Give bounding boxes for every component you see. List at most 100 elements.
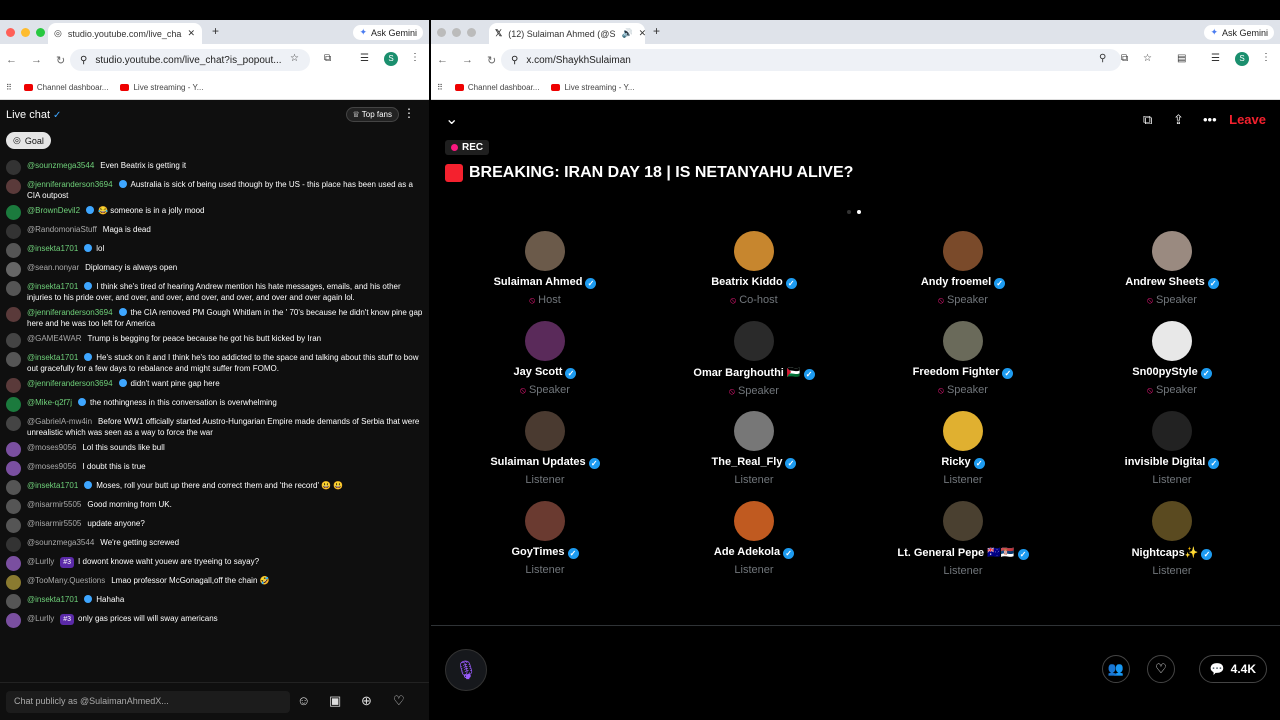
avatar[interactable] — [6, 281, 21, 296]
url-field[interactable]: ⚲ studio.youtube.com/live_chat?is_popout.… — [70, 49, 310, 71]
avatar[interactable] — [6, 243, 21, 258]
back-icon[interactable]: ← — [437, 54, 448, 67]
message-author[interactable]: @jenniferanderson3694 — [27, 379, 113, 388]
participant-avatar[interactable] — [525, 231, 565, 271]
participant[interactable]: invisible Digital ✓ Listener — [1072, 411, 1272, 486]
message-author[interactable]: @sounzmega3544 — [27, 538, 94, 547]
reload-icon[interactable]: ↻ — [56, 54, 65, 67]
replies-button[interactable]: 💬 4.4K — [1198, 655, 1267, 683]
message-author[interactable]: @GabrielA-mw4in — [27, 417, 92, 426]
add-icon[interactable]: ⊕ — [361, 693, 372, 709]
participant[interactable]: The_Real_Fly ✓ Listener — [654, 411, 854, 486]
extensions-icon[interactable]: ☰ — [1211, 53, 1220, 64]
avatar[interactable] — [6, 613, 21, 628]
message-author[interactable]: @Lurlly — [27, 557, 54, 566]
message-author[interactable]: @nisarmir5505 — [27, 519, 81, 528]
close-window-button[interactable] — [437, 28, 446, 37]
speaker-icon[interactable]: 🔊 — [621, 28, 632, 39]
install-app-icon[interactable]: ⧉ — [324, 53, 331, 64]
participant-avatar[interactable] — [525, 501, 565, 541]
participant-avatar[interactable] — [1152, 231, 1192, 271]
new-tab-button[interactable]: + — [653, 24, 660, 38]
message-author[interactable]: @jenniferanderson3694 — [27, 180, 113, 189]
ask-gemini-button[interactable]: ✦ Ask Gemini — [1204, 25, 1274, 40]
message-author[interactable]: @insekta1701 — [27, 282, 78, 291]
participant-avatar[interactable] — [525, 321, 565, 361]
participant[interactable]: Beatrix Kiddo ✓ ⦸ Co-host — [654, 231, 854, 306]
microphone-button[interactable]: 🎙 — [445, 649, 487, 691]
forward-icon[interactable]: → — [462, 54, 473, 67]
browser-menu-icon[interactable]: ⋮ — [1261, 52, 1271, 63]
participant-avatar[interactable] — [943, 321, 983, 361]
bookmark-channel-dashboard[interactable]: Channel dashboar... — [23, 83, 108, 92]
participant-avatar[interactable] — [525, 411, 565, 451]
avatar[interactable] — [6, 307, 21, 322]
participant[interactable]: Omar Barghouthi 🇵🇸 ✓ ⦸ Speaker — [654, 321, 854, 397]
bookmark-live-streaming[interactable]: Live streaming - Y... — [120, 83, 203, 92]
chat-menu-icon[interactable]: ⋮ — [403, 106, 415, 120]
ask-gemini-button[interactable]: ✦ Ask Gemini — [353, 25, 423, 40]
avatar[interactable] — [6, 160, 21, 175]
avatar[interactable] — [6, 378, 21, 393]
chat-input[interactable]: Chat publicly as @SulaimanAhmedX... — [6, 691, 290, 713]
apps-icon[interactable]: ⠿ — [437, 83, 443, 92]
reactions-button[interactable]: ♡ — [1147, 655, 1175, 683]
apps-icon[interactable]: ⠿ — [6, 83, 12, 92]
participant[interactable]: Lt. General Pepe 🇦🇺🇷🇸 ✓ Listener — [863, 501, 1063, 577]
install-app-icon[interactable]: ⧉ — [1121, 53, 1128, 64]
avatar[interactable] — [6, 518, 21, 533]
message-author[interactable]: @insekta1701 — [27, 595, 78, 604]
collapse-chevron-icon[interactable]: ⌄ — [445, 109, 458, 129]
avatar[interactable] — [6, 442, 21, 457]
avatar[interactable] — [6, 461, 21, 476]
chat-messages-list[interactable]: @sounzmega3544 Even Beatrix is getting it… — [0, 158, 429, 698]
participant[interactable]: Andy froemel ✓ ⦸ Speaker — [863, 231, 1063, 306]
forward-icon[interactable]: → — [31, 54, 42, 67]
message-author[interactable]: @TooMany.Questions — [27, 576, 105, 585]
avatar[interactable] — [6, 594, 21, 609]
avatar[interactable] — [6, 397, 21, 412]
avatar[interactable] — [6, 537, 21, 552]
avatar[interactable] — [6, 575, 21, 590]
avatar[interactable] — [6, 416, 21, 431]
avatar[interactable] — [6, 179, 21, 194]
profile-avatar[interactable]: S — [384, 52, 398, 66]
participant-avatar[interactable] — [943, 231, 983, 271]
participant[interactable]: Ricky ✓ Listener — [863, 411, 1063, 486]
super-chat-icon[interactable]: ▣ — [329, 693, 341, 709]
message-author[interactable]: @BrownDevil2 — [27, 206, 80, 215]
participant-avatar[interactable] — [1152, 411, 1192, 451]
message-author[interactable]: @moses9056 — [27, 462, 76, 471]
reading-list-icon[interactable]: ▤ — [1177, 53, 1186, 64]
avatar[interactable] — [6, 224, 21, 239]
site-info-icon[interactable]: ⚲ — [80, 55, 87, 66]
bookmark-star-icon[interactable]: ☆ — [290, 53, 299, 64]
bookmark-star-icon[interactable]: ☆ — [1143, 53, 1152, 64]
message-author[interactable]: @Mike-q2f7j — [27, 398, 72, 407]
tab-x-space[interactable]: 𝕏 (12) Sulaiman Ahmed (@S 🔊 ✕ — [489, 23, 645, 44]
bookmark-channel-dashboard[interactable]: Channel dashboar... — [454, 83, 539, 92]
avatar[interactable] — [6, 333, 21, 348]
new-tab-button[interactable]: + — [212, 24, 219, 38]
participant[interactable]: Ade Adekola ✓ Listener — [654, 501, 854, 576]
participants-button[interactable]: 👥 — [1102, 655, 1130, 683]
browser-menu-icon[interactable]: ⋮ — [410, 52, 420, 63]
participant[interactable]: Nightcaps✨ ✓ Listener — [1072, 501, 1272, 577]
participant[interactable]: Andrew Sheets ✓ ⦸ Speaker — [1072, 231, 1272, 306]
participant-avatar[interactable] — [1152, 321, 1192, 361]
participant-avatar[interactable] — [734, 321, 774, 361]
avatar[interactable] — [6, 499, 21, 514]
share-icon[interactable]: ⇪ — [1173, 112, 1184, 128]
url-field[interactable]: ⚲ x.com/ShaykhSulaiman — [501, 49, 1121, 71]
avatar[interactable] — [6, 205, 21, 220]
zoom-window-button[interactable] — [467, 28, 476, 37]
participant-avatar[interactable] — [734, 411, 774, 451]
heart-icon[interactable]: ♡ — [393, 693, 405, 709]
message-author[interactable]: @nisarmir5505 — [27, 500, 81, 509]
close-tab-icon[interactable]: ✕ — [639, 28, 645, 39]
message-author[interactable]: @insekta1701 — [27, 244, 78, 253]
close-window-button[interactable] — [6, 28, 15, 37]
back-icon[interactable]: ← — [6, 54, 17, 67]
avatar[interactable] — [6, 480, 21, 495]
message-author[interactable]: @GAME4WAR — [27, 334, 82, 343]
